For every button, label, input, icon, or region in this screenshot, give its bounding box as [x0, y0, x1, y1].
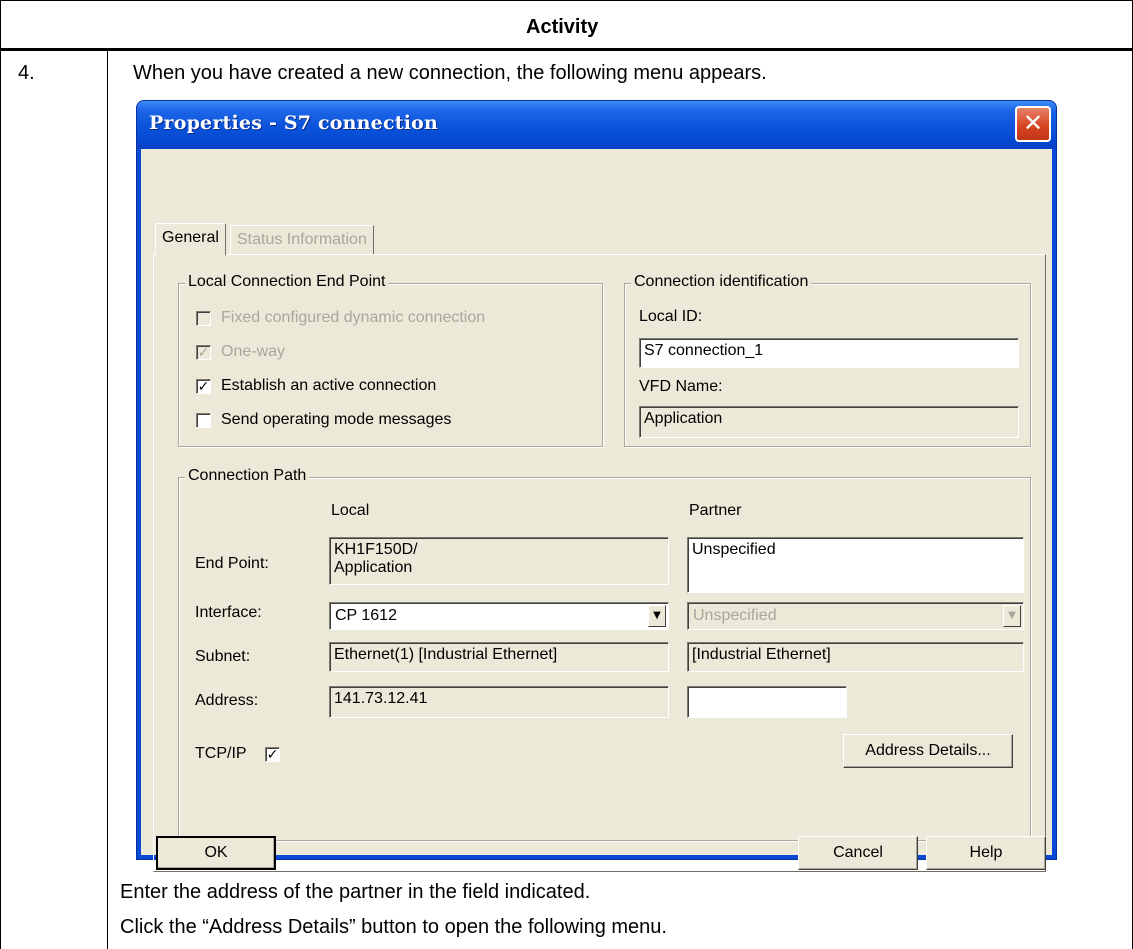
local-id-input[interactable]: S7 connection_1 — [639, 338, 1019, 368]
table-left-border — [0, 0, 1, 949]
ok-button[interactable]: OK — [156, 836, 276, 870]
subnet-partner-field: [Industrial Ethernet] — [687, 642, 1024, 672]
column-divider — [107, 51, 108, 949]
checkmark-icon: ✓ — [265, 747, 280, 763]
local-column-header: Local — [331, 502, 370, 519]
checkbox-label: Send operating mode messages — [221, 411, 452, 428]
interface-partner-select[interactable]: Unspecified ▼ — [687, 602, 1024, 630]
checkbox-box — [196, 311, 211, 326]
end-point-local-field: KH1F150D/ Application — [329, 537, 669, 585]
intro-text: When you have created a new connection, … — [133, 62, 767, 84]
address-local-field: 141.73.12.41 — [329, 686, 669, 718]
end-point-partner-field[interactable]: Unspecified — [687, 537, 1024, 593]
address-label: Address: — [195, 692, 259, 709]
dialog-title: Properties - S7 connection — [149, 112, 439, 134]
vfd-name-field: Application — [639, 406, 1019, 438]
vfd-name-label: VFD Name: — [639, 378, 723, 395]
checkbox-label: Establish an active connection — [221, 377, 437, 394]
tab-general[interactable]: General — [155, 223, 226, 256]
subnet-local-field: Ethernet(1) [Industrial Ethernet] — [329, 642, 669, 672]
help-button[interactable]: Help — [926, 836, 1046, 870]
instruction-text-1: Enter the address of the partner in the … — [120, 881, 591, 903]
checkbox-box — [196, 413, 211, 428]
address-details-button[interactable]: Address Details... — [843, 734, 1013, 768]
checkmark-icon: ✓ — [196, 379, 211, 395]
table-header: Activity — [526, 16, 599, 38]
checkmark-icon: ✓ — [196, 345, 211, 361]
table-top-border — [0, 0, 1133, 1]
partner-column-header: Partner — [689, 502, 742, 519]
chevron-down-icon[interactable]: ▼ — [648, 605, 666, 627]
header-rule — [0, 48, 1133, 51]
connection-identification-group: Connection identification Local ID: S7 c… — [624, 273, 1031, 447]
address-partner-input[interactable] — [687, 686, 847, 718]
local-id-label: Local ID: — [639, 308, 703, 325]
connection-path-group: Connection Path Local Partner End Point:… — [178, 467, 1031, 841]
tab-status-information[interactable]: Status Information — [230, 225, 374, 255]
dialog-client-area: General Status Information Local Connect… — [141, 149, 1052, 872]
close-icon[interactable]: ✕ — [1015, 106, 1051, 142]
local-end-point-group: Local Connection End Point Fixed configu… — [178, 273, 603, 447]
checkbox-label: Fixed configured dynamic connection — [221, 309, 486, 326]
dialog-title-bar[interactable]: Properties - S7 connection ✕ — [137, 101, 1056, 149]
interface-label: Interface: — [195, 604, 262, 621]
interface-local-value: CP 1612 — [335, 607, 397, 624]
tcpip-label: TCP/IP — [195, 745, 247, 762]
properties-dialog: Properties - S7 connection ✕ General Sta… — [136, 100, 1057, 872]
connection-path-label: Connection Path — [185, 467, 310, 485]
interface-partner-value: Unspecified — [693, 607, 777, 624]
local-end-point-label: Local Connection End Point — [185, 273, 389, 291]
cancel-button[interactable]: Cancel — [798, 836, 918, 870]
checkbox-label: One-way — [221, 343, 286, 360]
chevron-down-icon[interactable]: ▼ — [1003, 605, 1021, 627]
step-number: 4. — [18, 62, 35, 84]
subnet-label: Subnet: — [195, 648, 251, 665]
connection-identification-label: Connection identification — [631, 273, 812, 291]
instruction-text-2: Click the “Address Details” button to op… — [120, 916, 667, 938]
end-point-label: End Point: — [195, 555, 269, 572]
interface-local-select[interactable]: CP 1612 ▼ — [329, 602, 669, 630]
